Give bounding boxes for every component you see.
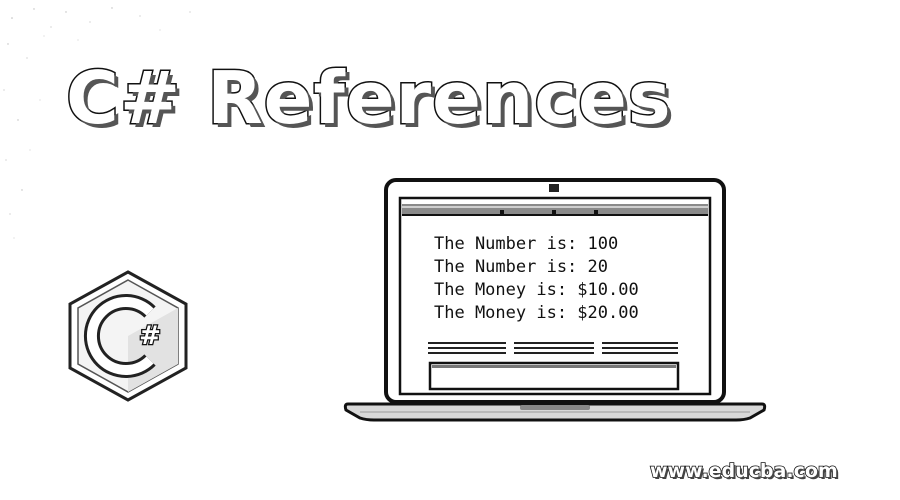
output-line: The Number is: 20 xyxy=(434,257,608,277)
csharp-logo-icon: # xyxy=(68,270,188,402)
page-title: C# References xyxy=(65,56,673,140)
laptop-screen-output: The Number is: 100 The Number is: 20 The… xyxy=(434,233,639,325)
speckle-texture xyxy=(3,7,191,239)
output-line: The Money is: $20.00 xyxy=(434,303,639,323)
output-line: The Number is: 100 xyxy=(434,234,619,254)
site-watermark: www.educba.com xyxy=(649,460,838,482)
output-line: The Money is: $10.00 xyxy=(434,280,639,300)
banner-canvas: C# References # The Number is: 100 The N… xyxy=(0,0,900,500)
logo-glyph: # xyxy=(139,321,161,351)
